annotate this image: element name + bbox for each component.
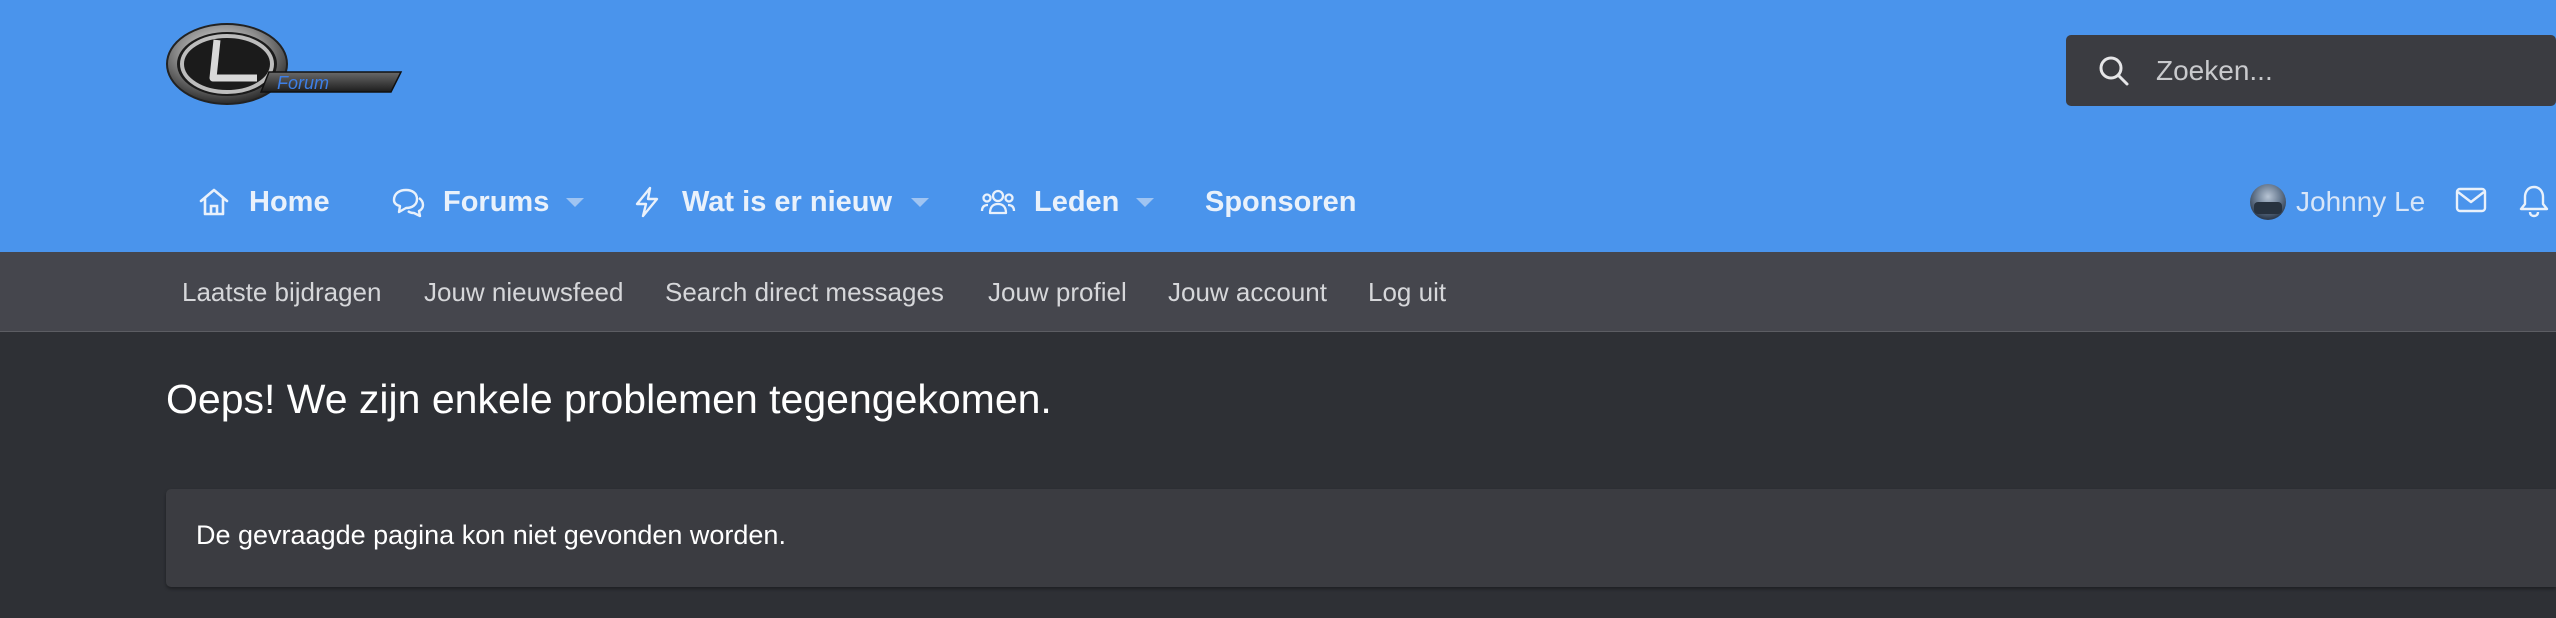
avatar <box>2250 184 2286 220</box>
bell-icon[interactable] <box>2518 184 2550 218</box>
nav-sponsors[interactable]: Sponsoren <box>1205 162 1356 242</box>
nav-members[interactable]: Leden <box>980 162 1119 242</box>
sub-nav: Laatste bijdragen Jouw nieuwsfeed Search… <box>0 252 2556 332</box>
chat-icon <box>392 188 425 218</box>
subnav-log-out[interactable]: Log uit <box>1368 252 1446 332</box>
forums-dropdown-icon[interactable] <box>566 198 584 207</box>
subnav-latest-posts[interactable]: Laatste bijdragen <box>182 252 381 332</box>
whats-new-dropdown-icon[interactable] <box>911 198 929 207</box>
users-icon <box>980 189 1016 215</box>
site-header: Forum Home Forums <box>0 0 2556 252</box>
members-dropdown-icon[interactable] <box>1136 198 1154 207</box>
search-box[interactable] <box>2066 35 2556 106</box>
nav-home-label: Home <box>249 185 330 218</box>
site-logo[interactable]: Forum <box>165 20 405 108</box>
page-title: Oeps! We zijn enkele problemen tegengeko… <box>166 376 1052 422</box>
search-icon <box>2099 56 2129 85</box>
main-nav: Home Forums Wat is er nieuw Leden Sponso… <box>0 162 2556 242</box>
error-message-block: De gevraagde pagina kon niet gevonden wo… <box>166 489 2556 587</box>
nav-members-label: Leden <box>1034 185 1120 218</box>
subnav-your-account[interactable]: Jouw account <box>1168 252 1327 332</box>
user-menu[interactable]: Johnny Le <box>2250 182 2425 222</box>
nav-forums[interactable]: Forums <box>391 162 549 242</box>
nav-whats-new[interactable]: Wat is er nieuw <box>630 162 892 242</box>
nav-home[interactable]: Home <box>197 162 330 242</box>
search-input[interactable] <box>2156 54 2536 87</box>
subnav-news-feed[interactable]: Jouw nieuwsfeed <box>424 252 623 332</box>
user-name: Johnny Le <box>2296 186 2426 217</box>
error-message: De gevraagde pagina kon niet gevonden wo… <box>196 520 786 550</box>
home-icon <box>199 188 229 216</box>
nav-forums-label: Forums <box>443 185 550 218</box>
subnav-search-direct-messages[interactable]: Search direct messages <box>665 252 944 332</box>
logo-wordmark: Forum <box>277 73 329 93</box>
nav-whats-new-label: Wat is er nieuw <box>682 185 893 218</box>
bolt-icon <box>635 186 659 218</box>
nav-sponsors-label: Sponsoren <box>1205 185 1357 218</box>
mail-icon[interactable] <box>2455 186 2487 214</box>
subnav-your-profile[interactable]: Jouw profiel <box>988 252 1127 332</box>
